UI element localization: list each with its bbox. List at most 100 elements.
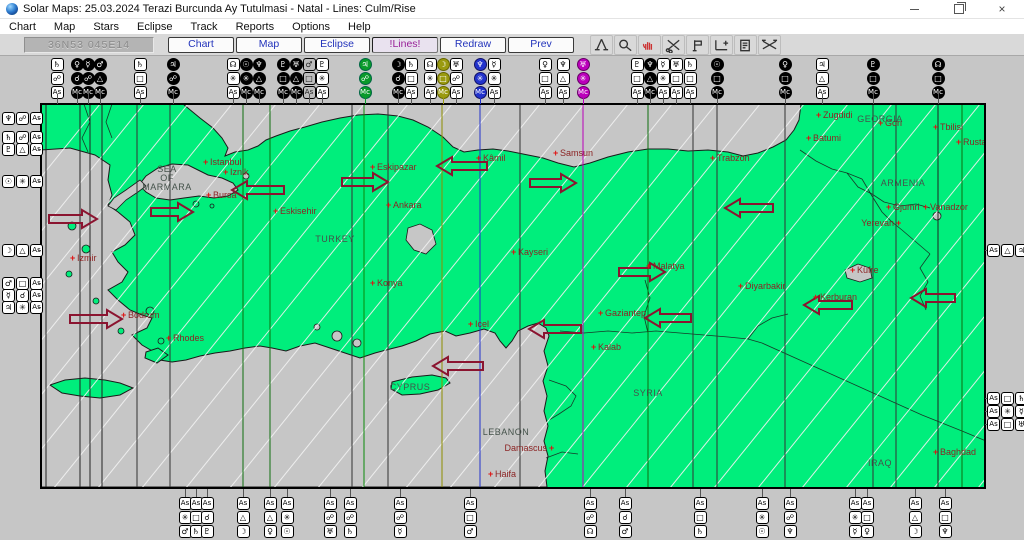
city-label: + Eskisehir xyxy=(273,206,317,216)
planet-aspect-glyph: ♇ xyxy=(866,58,880,71)
planet-aspect-glyph: △ xyxy=(1001,244,1014,257)
planet-aspect-glyph: ☌ xyxy=(200,511,214,524)
planet-aspect-glyph: △ xyxy=(93,72,107,85)
zoom-button[interactable] xyxy=(614,34,637,55)
planet-aspect-glyph: ♅ xyxy=(289,58,303,71)
planet-aspect-glyph: △ xyxy=(263,511,277,524)
settings-cross-button[interactable] xyxy=(758,34,781,55)
city-label: + Tbilisi xyxy=(933,122,963,132)
planet-aspect-glyph: ♄ xyxy=(404,58,418,71)
city-label: + Batumi xyxy=(806,133,841,143)
planet-aspect-glyph: △ xyxy=(556,72,570,85)
minimize-button[interactable] xyxy=(892,0,936,18)
pan-hand-button[interactable] xyxy=(638,34,661,55)
svg-text:+: + xyxy=(886,202,891,212)
menu-item-map[interactable]: Map xyxy=(45,21,84,33)
angle-glyph: As xyxy=(860,497,874,510)
marker-leader-line xyxy=(296,94,297,104)
planet-aspect-glyph: ♃ xyxy=(1015,244,1024,257)
toolbar-button-eclipse[interactable]: Eclipse xyxy=(304,36,370,53)
city-label: + Haifa xyxy=(488,469,516,479)
minimize-icon xyxy=(909,8,919,10)
svg-text:+: + xyxy=(468,319,473,329)
region-label: GEORGIA xyxy=(857,114,903,124)
toolbar-button-map[interactable]: Map xyxy=(236,36,302,53)
marker-leader-line xyxy=(762,489,763,497)
toolbar-button-lines[interactable]: !Lines! xyxy=(372,36,438,53)
map[interactable]: + Istanbul+ Iznik+ Bursa+ Eskisehir+ Izmir+ Bo… xyxy=(0,56,1024,540)
window-controls: × xyxy=(892,0,1024,18)
planet-aspect-glyph: ♇ xyxy=(276,58,290,71)
flag-tool-button[interactable] xyxy=(686,34,709,55)
city-label: + Diyarbakir xyxy=(738,281,786,291)
report-button[interactable] xyxy=(734,34,757,55)
line-marker-stack: As ☍ ♅ xyxy=(323,497,337,539)
planet-aspect-glyph: ♅ xyxy=(576,58,590,71)
marker-leader-line xyxy=(309,94,310,104)
planet-aspect-glyph: △ xyxy=(908,511,922,524)
menu-item-help[interactable]: Help xyxy=(339,21,380,33)
planet-aspect-glyph: ☊ xyxy=(931,58,945,71)
planet-aspect-glyph: ♆ xyxy=(783,525,797,538)
menu-item-options[interactable]: Options xyxy=(283,21,339,33)
planet-aspect-glyph: ♆ xyxy=(938,525,952,538)
toolbar-button-redraw[interactable]: Redraw xyxy=(440,36,506,53)
menu-item-reports[interactable]: Reports xyxy=(227,21,284,33)
menu-item-chart[interactable]: Chart xyxy=(0,21,45,33)
svg-text:+: + xyxy=(738,281,743,291)
angle-glyph: As xyxy=(30,244,43,257)
svg-text:Damascus: Damascus xyxy=(504,443,547,453)
svg-text:+: + xyxy=(511,247,516,257)
planet-aspect-glyph: ✳ xyxy=(280,511,294,524)
line-marker-stack: As □ ♀ xyxy=(860,497,874,539)
planet-aspect-glyph: ✳ xyxy=(1001,405,1014,418)
toolbar-button-prev[interactable]: Prev xyxy=(508,36,574,53)
planet-aspect-glyph: ✳ xyxy=(576,72,590,85)
restore-button[interactable] xyxy=(936,0,980,18)
planet-aspect-glyph: ☿ xyxy=(393,525,407,538)
planet-aspect-glyph: ♂ xyxy=(618,525,632,538)
planet-aspect-glyph: □ xyxy=(866,72,880,85)
planet-aspect-glyph: ☍ xyxy=(783,511,797,524)
marker-leader-line xyxy=(322,94,323,104)
angle-glyph: As xyxy=(755,497,769,510)
menu-item-stars[interactable]: Stars xyxy=(84,21,128,33)
line-marker-stack: As ✳ ☉ xyxy=(280,497,294,539)
planet-aspect-glyph: □ xyxy=(938,511,952,524)
planet-aspect-glyph: □ xyxy=(860,511,874,524)
svg-text:+: + xyxy=(70,253,75,263)
planet-aspect-glyph: ☉ xyxy=(280,525,294,538)
close-button[interactable]: × xyxy=(980,0,1024,18)
svg-text:+: + xyxy=(850,265,855,275)
svg-text:+: + xyxy=(273,206,278,216)
city-label: + Eskipazar xyxy=(370,162,417,172)
planet-aspect-glyph: △ xyxy=(16,143,29,156)
svg-text:+: + xyxy=(121,310,126,320)
marker-leader-line xyxy=(625,489,626,497)
angle-glyph: As xyxy=(30,301,43,314)
marker-leader-line xyxy=(822,94,823,104)
marker-leader-line xyxy=(790,489,791,497)
coordinates-display: 36N53 045E14 xyxy=(24,36,154,53)
toolbar-button-chart[interactable]: Chart xyxy=(168,36,234,53)
axis-point-button[interactable] xyxy=(710,34,733,55)
marker-leader-line xyxy=(563,94,564,104)
planet-aspect-glyph: △ xyxy=(16,244,29,257)
menu-item-track[interactable]: Track xyxy=(181,21,226,33)
planet-aspect-glyph: ☽ xyxy=(236,525,250,538)
line-marker-stack: As △ ☽ xyxy=(236,497,250,539)
marker-leader-line xyxy=(545,94,546,104)
line-marker-stack: As □ ♆ xyxy=(938,497,952,539)
angle-glyph: As xyxy=(463,497,477,510)
divider-tool-button[interactable] xyxy=(590,34,613,55)
city-label: + Kâmil xyxy=(476,153,506,163)
cut-lines-button[interactable] xyxy=(662,34,685,55)
toolbar: 36N53 045E14 Chart Map Eclipse !Lines! Redra… xyxy=(0,34,1024,56)
planet-aspect-glyph: ✳ xyxy=(16,301,29,314)
planet-aspect-glyph: □ xyxy=(931,72,945,85)
map-canvas[interactable]: + Istanbul + Iznik + Bursa + Eskisehir + Izmir + Bo… xyxy=(0,56,1024,540)
planet-aspect-glyph: ☍ xyxy=(358,72,372,85)
city-label: + Iznik xyxy=(223,167,249,177)
menu-item-eclipse[interactable]: Eclipse xyxy=(128,21,181,33)
region-label: TURKEY xyxy=(315,234,355,244)
